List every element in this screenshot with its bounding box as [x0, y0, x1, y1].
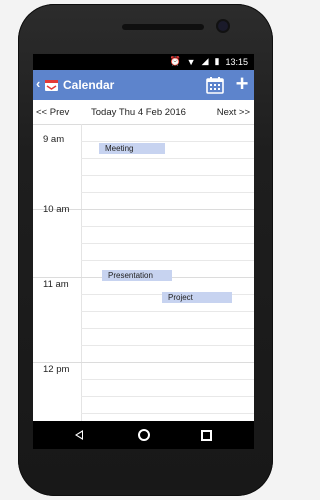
- grid-line: [81, 379, 254, 380]
- screen: ⏰ ▼ ◢ ▮ 13:15 ‹ Calendar + << Prev Today…: [33, 54, 254, 421]
- grid-line: [81, 158, 254, 159]
- nav-back-icon[interactable]: [75, 430, 83, 440]
- time-column-divider: [81, 124, 82, 421]
- grid-line: [81, 192, 254, 193]
- grid-line: [81, 243, 254, 244]
- grid-line: [81, 345, 254, 346]
- next-button[interactable]: Next >>: [217, 107, 250, 118]
- calendar-logo-icon: [45, 80, 58, 91]
- hour-divider: [33, 362, 254, 363]
- nav-recent-apps-icon[interactable]: [201, 430, 212, 441]
- hour-label: 11 am: [43, 279, 69, 290]
- grid-line: [81, 226, 254, 227]
- grid-line: [81, 396, 254, 397]
- grid-line: [81, 175, 254, 176]
- hour-label: 12 pm: [43, 364, 70, 375]
- event-meeting[interactable]: Meeting: [99, 143, 165, 154]
- grid-line: [81, 311, 254, 312]
- event-presentation[interactable]: Presentation: [102, 270, 172, 281]
- system-nav-bar: [33, 421, 254, 449]
- day-grid: 9 am 10 am 11 am 12 pm Meeting Presentat…: [33, 124, 254, 421]
- current-date: Today Thu 4 Feb 2016: [91, 107, 186, 118]
- battery-icon: ▮: [214, 56, 220, 66]
- alarm-icon: ⏰: [169, 56, 181, 66]
- grid-line: [81, 141, 254, 142]
- app-bar: ‹ Calendar +: [33, 70, 254, 100]
- calendar-icon[interactable]: [205, 75, 225, 95]
- back-arrow-icon[interactable]: ‹: [36, 76, 40, 91]
- nav-home-icon[interactable]: [138, 429, 150, 441]
- event-project[interactable]: Project: [162, 292, 232, 303]
- prev-button[interactable]: << Prev: [36, 107, 69, 118]
- add-icon[interactable]: +: [233, 73, 251, 95]
- grid-line: [81, 413, 254, 414]
- status-time: 13:15: [225, 56, 248, 67]
- grid-line: [81, 260, 254, 261]
- grid-line: [33, 124, 254, 125]
- phone-camera: [218, 21, 228, 31]
- hour-label: 9 am: [43, 134, 65, 145]
- hour-label: 10 am: [43, 204, 70, 215]
- phone-speaker: [122, 24, 204, 30]
- status-bar: ⏰ ▼ ◢ ▮ 13:15: [33, 54, 254, 70]
- grid-line: [81, 328, 254, 329]
- date-navigation: << Prev Today Thu 4 Feb 2016 Next >>: [33, 100, 254, 124]
- wifi-icon: ▼: [186, 56, 196, 67]
- status-icons: ⏰ ▼ ◢ ▮ 13:15: [169, 56, 248, 67]
- app-title: Calendar: [63, 78, 115, 92]
- signal-icon: ◢: [201, 56, 209, 66]
